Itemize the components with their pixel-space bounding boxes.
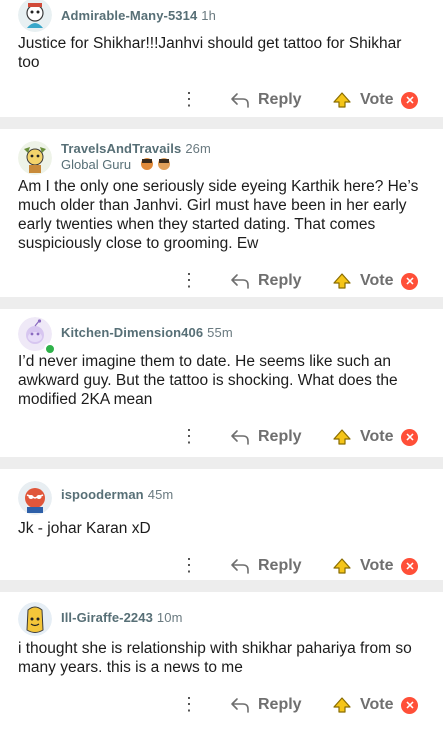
vote-label: Vote [360,428,394,445]
reply-label: Reply [258,428,302,445]
comment-body: Justice for Shikhar!!!Janhvi should get … [18,35,402,71]
online-status-indicator [44,343,56,355]
comment-body: i thought she is relationship with shikh… [18,640,412,676]
downvote-icon[interactable]: ✕ [401,91,419,109]
comment: TravelsAndTravails 26m Global Guru Am I t… [0,129,443,297]
reply-arrow-icon [231,698,249,713]
comment: Admirable-Many-5314 1h Justice for Shikha… [0,0,443,117]
downvote-icon[interactable]: ✕ [401,272,419,290]
username[interactable]: TravelsAndTravails 26m [61,141,211,156]
comment-header: ispooderman 45m [0,469,443,515]
reply-button[interactable]: Reply [230,695,302,715]
more-options-icon[interactable]: ⋮ [180,695,198,713]
reply-label: Reply [258,272,302,289]
avatar[interactable] [18,141,52,175]
timestamp: 1h [201,8,216,23]
comment-header: Ill-Giraffe-2243 10m [0,592,443,636]
username[interactable]: Ill-Giraffe-2243 10m [61,610,183,625]
downvote-icon[interactable]: ✕ [401,696,419,714]
user-flair: Global Guru [61,157,173,174]
vote-label: Vote [360,272,394,289]
vote-control: Vote ✕ [332,693,419,717]
comment-actions: ⋮ Reply Vote ✕ [0,259,443,305]
upvote-arrow-icon[interactable] [332,428,352,446]
username[interactable]: ispooderman 45m [61,487,173,502]
more-options-icon[interactable]: ⋮ [180,271,198,289]
upvote-arrow-icon[interactable] [332,557,352,575]
vote-label: Vote [360,91,394,108]
comment-actions: ⋮ Reply Vote ✕ [0,78,443,124]
reply-button[interactable]: Reply [230,427,302,447]
reply-button[interactable]: Reply [230,90,302,110]
reply-label: Reply [258,91,302,108]
avatar[interactable] [18,0,52,32]
timestamp: 26m [185,141,211,156]
more-options-icon[interactable]: ⋮ [180,427,198,445]
flair-emoji-icon [139,157,173,174]
reply-arrow-icon [231,274,249,289]
downvote-icon[interactable]: ✕ [401,557,419,575]
comment-body: Jk - johar Karan xD [18,520,151,537]
comment-actions: ⋮ Reply Vote ✕ [0,683,443,729]
upvote-arrow-icon[interactable] [332,91,352,109]
vote-control: Vote ✕ [332,554,419,578]
reply-arrow-icon [231,430,249,445]
reply-label: Reply [258,696,302,713]
vote-label: Vote [360,557,394,574]
vote-control: Vote ✕ [332,269,419,293]
upvote-arrow-icon[interactable] [332,272,352,290]
comment-body: I’d never imagine them to date. He seems… [18,353,398,408]
reply-arrow-icon [231,93,249,108]
vote-control: Vote ✕ [332,88,419,112]
comment-body: Am I the only one seriously side eyeing … [18,178,419,252]
username[interactable]: Kitchen-Dimension406 55m [61,325,233,340]
username[interactable]: Admirable-Many-5314 1h [61,8,216,23]
timestamp: 45m [147,487,174,502]
avatar[interactable] [18,602,52,636]
reply-button[interactable]: Reply [230,556,302,576]
comment-actions: ⋮ Reply Vote ✕ [0,544,443,590]
avatar[interactable] [18,481,52,515]
comment-header: TravelsAndTravails 26m Global Guru [0,129,443,175]
reply-button[interactable]: Reply [230,271,302,291]
more-options-icon[interactable]: ⋮ [180,556,198,574]
comment-header: Kitchen-Dimension406 55m [0,309,443,355]
vote-label: Vote [360,696,394,713]
comment: Kitchen-Dimension406 55m I’d never imagin… [0,309,443,457]
timestamp: 55m [207,325,233,340]
upvote-arrow-icon[interactable] [332,696,352,714]
reply-arrow-icon [231,559,249,574]
comment-actions: ⋮ Reply Vote ✕ [0,415,443,461]
timestamp: 10m [156,610,183,625]
comment: Ill-Giraffe-2243 10m i thought she is rel… [0,592,443,732]
comment-header: Admirable-Many-5314 1h [0,0,443,34]
reply-label: Reply [258,557,302,574]
comment: ispooderman 45m Jk - johar Karan xD ⋮ Rep… [0,469,443,580]
downvote-icon[interactable]: ✕ [401,428,419,446]
vote-control: Vote ✕ [332,425,419,449]
more-options-icon[interactable]: ⋮ [180,90,198,108]
